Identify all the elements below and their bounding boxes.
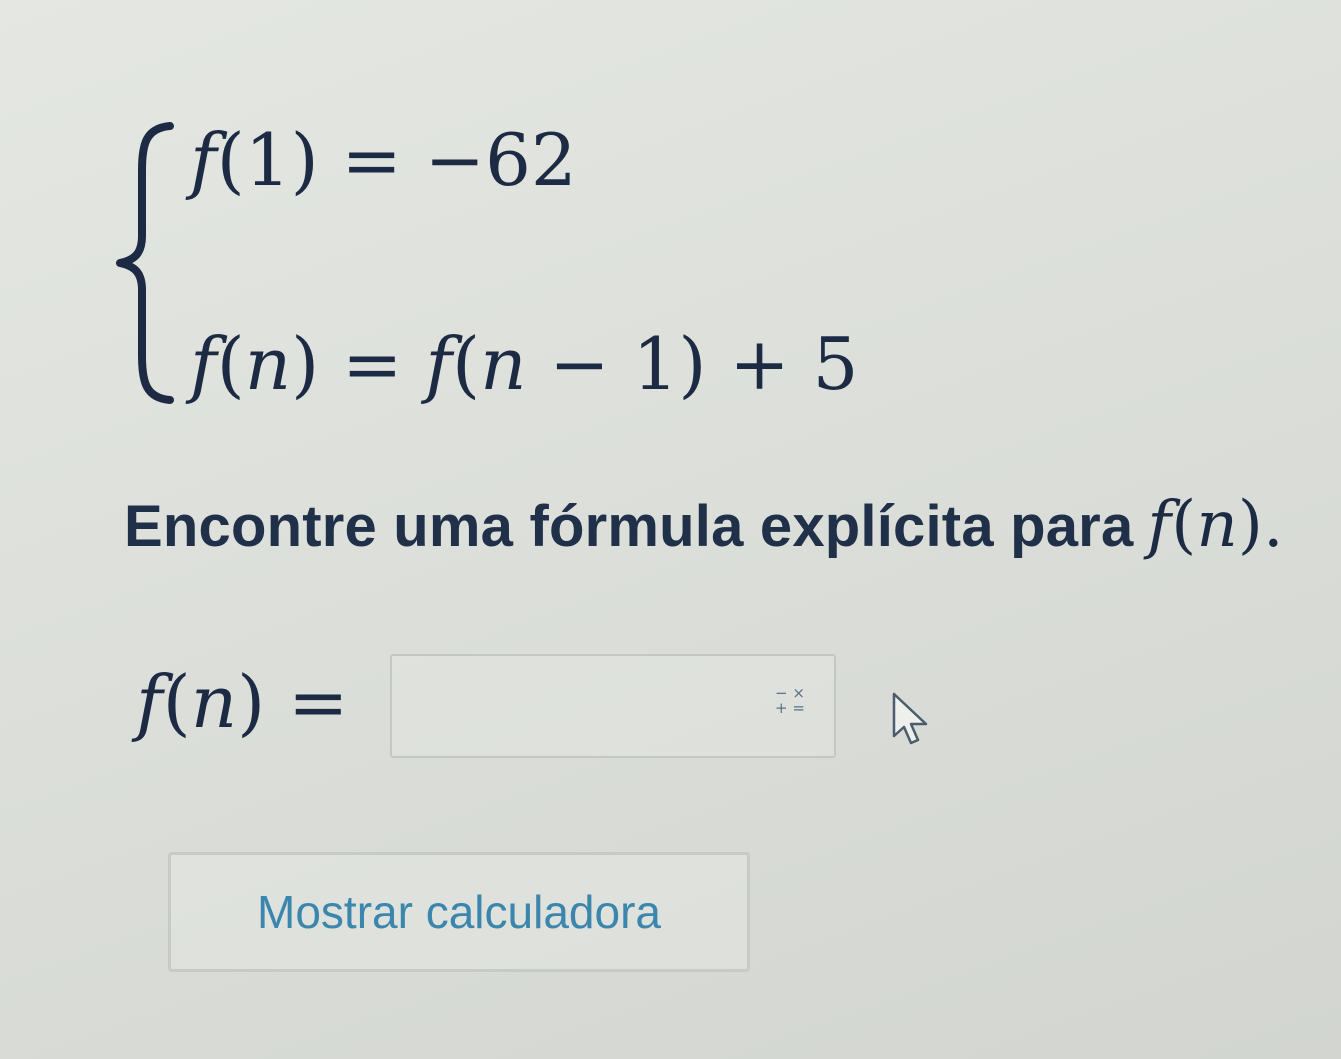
paren: ( bbox=[451, 322, 481, 406]
prompt-text: Encontre uma fórmula explícita para bbox=[124, 494, 1134, 559]
base-case-fn: f bbox=[190, 118, 217, 202]
math-keypad-icon[interactable]: − × + = bbox=[768, 686, 812, 726]
answer-label-arg: n bbox=[190, 660, 238, 744]
show-calculator-button[interactable]: Mostrar calculadora bbox=[168, 852, 750, 972]
recursive-definition: f(1) = −62 f(n) = f(n − 1) + 5 bbox=[112, 118, 872, 418]
base-case-equals: = bbox=[341, 118, 402, 202]
mouse-pointer-icon bbox=[892, 692, 928, 745]
paren: ) bbox=[291, 322, 320, 406]
answer-label-fn: f bbox=[136, 660, 163, 744]
prompt-period: . bbox=[1263, 488, 1284, 562]
answer-input[interactable]: − × + = bbox=[390, 654, 836, 758]
left-brace-icon bbox=[116, 122, 174, 404]
recursive-case-fn: f bbox=[190, 322, 217, 406]
paren: ( bbox=[216, 322, 245, 406]
prompt-fn: f bbox=[1147, 488, 1172, 562]
answer-label-equals: = bbox=[288, 660, 349, 744]
paren: ( bbox=[216, 118, 245, 202]
recursive-rhs-fn: f bbox=[425, 322, 452, 406]
base-case-arg: 1 bbox=[244, 118, 291, 202]
recursive-rhs-offset: − 1 bbox=[526, 322, 679, 406]
recursive-rhs-addend: + 5 bbox=[706, 322, 859, 406]
recursive-case-equals: = bbox=[342, 322, 403, 406]
paren: ) bbox=[678, 322, 707, 406]
prompt-arg: n bbox=[1196, 488, 1238, 562]
recursive-case-arg: n bbox=[244, 322, 292, 406]
answer-label: f(n) = bbox=[136, 660, 349, 744]
base-case-equation: f(1) = −62 bbox=[190, 124, 577, 196]
recursive-rhs-var: n bbox=[480, 322, 527, 406]
recursive-case-equation: f(n) = f(n − 1) + 5 bbox=[190, 328, 858, 400]
prompt-function: f(n). bbox=[1147, 488, 1284, 562]
question-prompt: Encontre uma fórmula explícita para f(n). bbox=[124, 488, 1284, 562]
paren: ) bbox=[290, 118, 319, 202]
base-case-value: −62 bbox=[424, 118, 577, 202]
keypad-bottom-symbols: + = bbox=[775, 699, 805, 717]
